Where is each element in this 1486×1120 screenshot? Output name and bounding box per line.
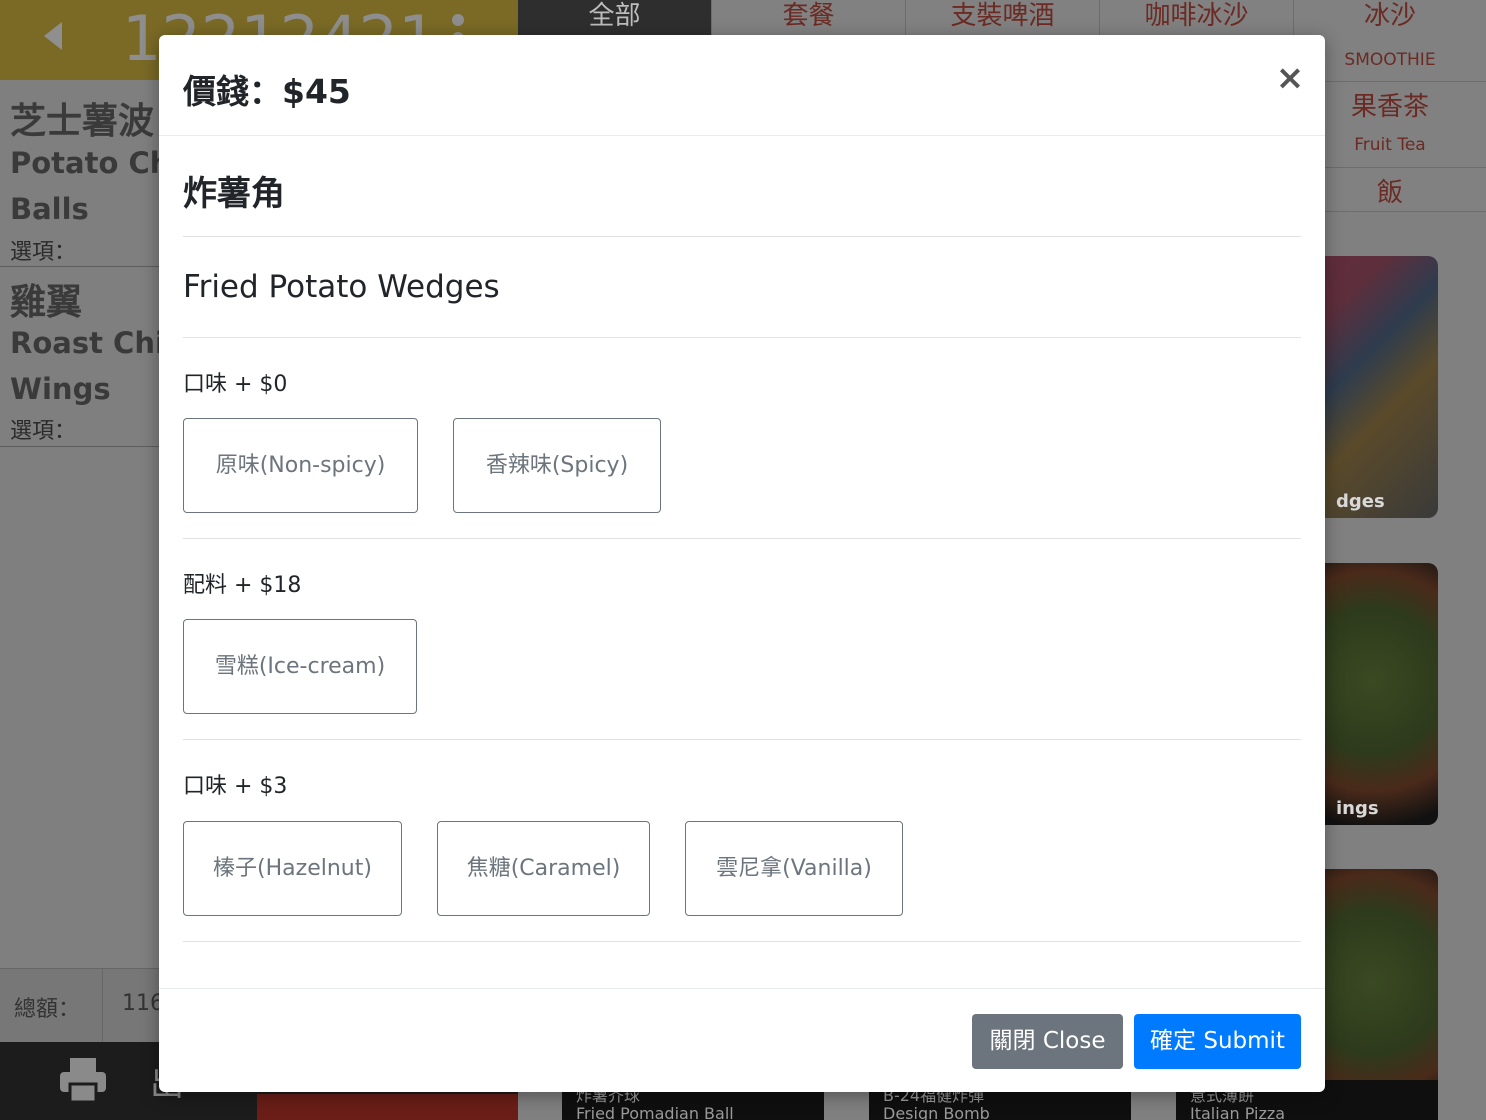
option-group-label: 口味 + $0 [183, 372, 288, 397]
bottom-food-card-name-en: Fried Pomadian Ball [576, 1104, 734, 1120]
tab-bottled-beer[interactable]: 支裝啤酒 [906, 0, 1100, 36]
tab-coffee-frappe[interactable]: 咖啡冰沙 [1100, 0, 1294, 36]
divider [183, 538, 1301, 539]
option-button-hazelnut[interactable]: 榛子(Hazelnut) [183, 821, 402, 916]
tab-smoothie[interactable]: 冰沙 [1294, 0, 1486, 36]
order-item-name-en-line2: Balls [10, 192, 89, 226]
tab-set-meals[interactable]: 套餐 [712, 0, 906, 36]
back-arrow-icon[interactable] [44, 22, 62, 50]
food-card-caption: dges [1336, 491, 1385, 512]
total-bar: 總額： 116 [0, 968, 164, 1043]
food-card-caption: ings [1336, 798, 1379, 819]
close-button[interactable]: 關閉 Close [972, 1014, 1123, 1069]
item-options-modal: 價錢：$45 × 炸薯角 Fried Potato Wedges 口味 + $0… [159, 35, 1325, 1092]
order-item-options-label: 選項： [10, 240, 77, 265]
option-button-vanilla[interactable]: 雲尼拿(Vanilla) [685, 821, 903, 916]
printer-icon[interactable] [58, 1056, 108, 1104]
order-item[interactable]: 雞翼 Roast Chic Wings 選項： [0, 267, 182, 447]
total-label: 總額： [14, 997, 81, 1022]
order-item-options-label: 選項： [10, 419, 77, 444]
divider [183, 236, 1301, 237]
submit-button[interactable]: 確定 Submit [1134, 1014, 1301, 1069]
order-item-name-zh: 雞翼 [10, 282, 83, 323]
item-name-en: Fried Potato Wedges [183, 269, 500, 305]
modal-header: 價錢：$45 × [159, 35, 1325, 136]
bottom-food-card-name-en: Italian Pizza [1190, 1104, 1286, 1120]
option-button-spicy[interactable]: 香辣味(Spicy) [453, 418, 661, 513]
total-divider [102, 969, 103, 1043]
option-group-label: 口味 + $3 [183, 774, 288, 799]
option-button-caramel[interactable]: 焦糖(Caramel) [437, 821, 650, 916]
divider [183, 337, 1301, 338]
order-item[interactable]: 芝士薯波 Potato Che Balls 選項： [0, 80, 190, 267]
item-name-zh: 炸薯角 [183, 174, 285, 214]
modal-footer: 關閉 Close 確定 Submit [159, 988, 1325, 1092]
order-item-name-en: Roast Chic [10, 326, 183, 360]
total-value: 116 [122, 991, 164, 1016]
order-item-name-en-line2: Wings [10, 372, 111, 406]
modal-title-price: 價錢：$45 [183, 72, 351, 111]
option-button-non-spicy[interactable]: 原味(Non-spicy) [183, 418, 418, 513]
red-action-button[interactable] [257, 1094, 518, 1120]
tab-all[interactable]: 全部 [518, 0, 712, 36]
order-item-name-zh: 芝士薯波 [10, 101, 155, 142]
divider [183, 739, 1301, 740]
close-icon[interactable]: × [1275, 59, 1305, 97]
bottom-food-card-name-en: Design Bomb [883, 1104, 990, 1120]
option-group-label: 配料 + $18 [183, 573, 302, 598]
category-tabs: 全部 套餐 支裝啤酒 咖啡冰沙 冰沙 [518, 0, 1486, 36]
option-button-ice-cream[interactable]: 雪糕(Ice-cream) [183, 619, 417, 714]
divider [183, 941, 1301, 942]
